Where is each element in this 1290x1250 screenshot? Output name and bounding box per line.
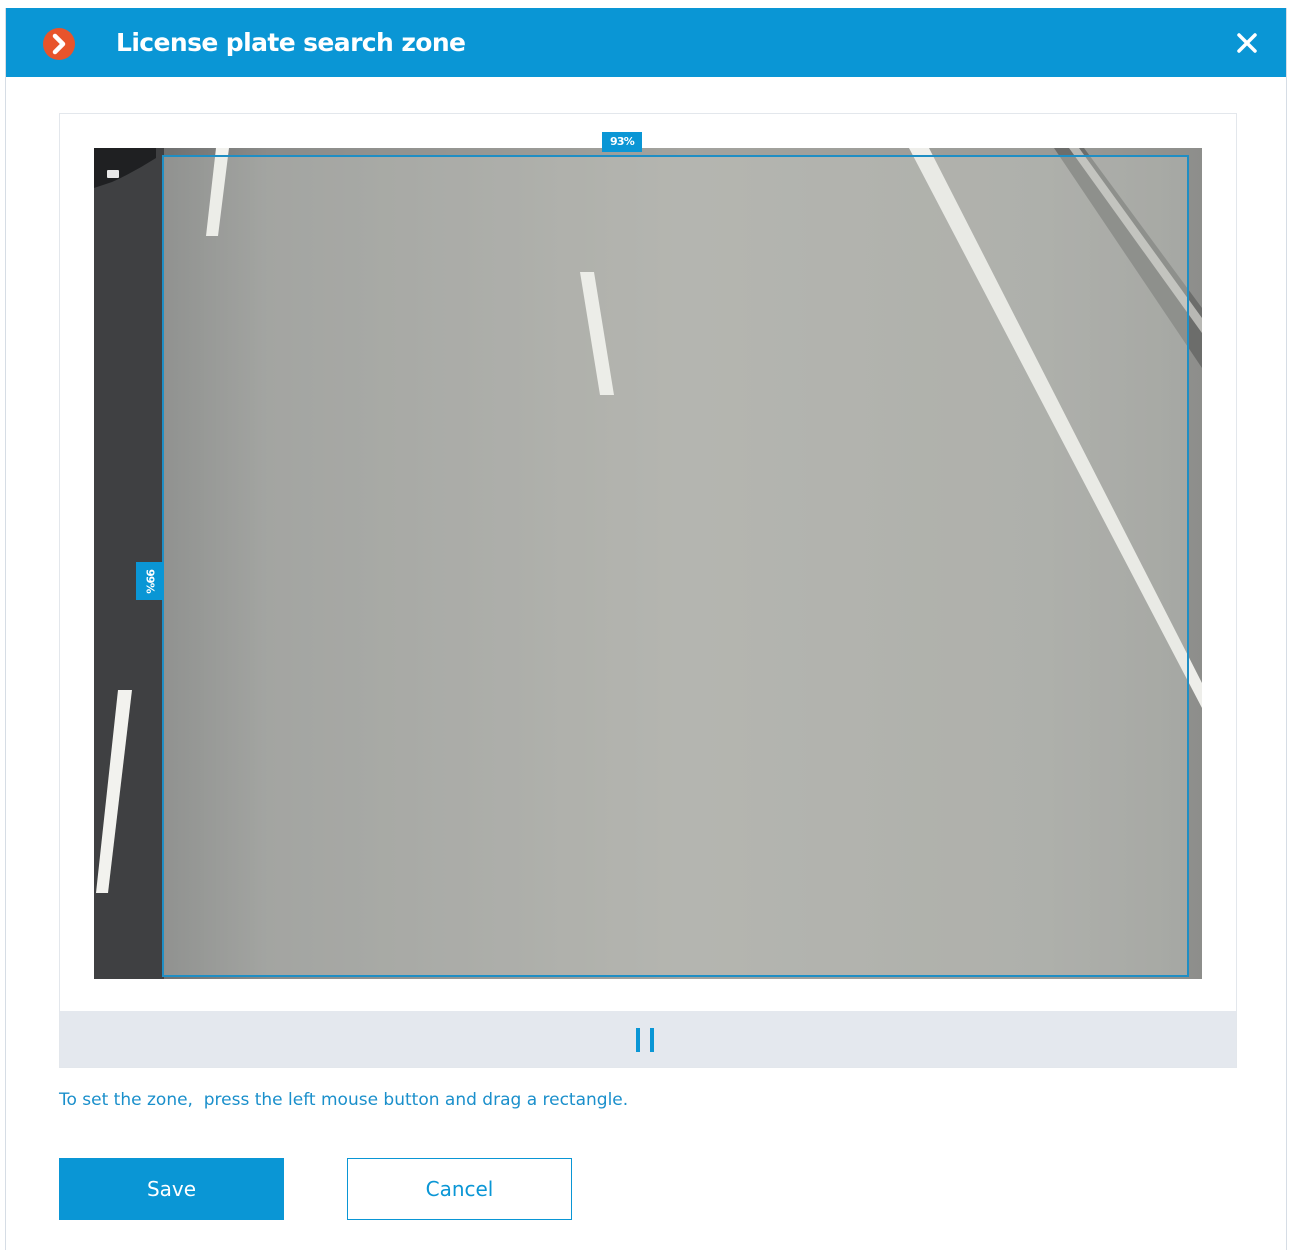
zone-height-label: 99%	[143, 569, 157, 593]
cancel-button[interactable]: Cancel	[347, 1158, 572, 1220]
search-zone-rectangle[interactable]	[162, 155, 1189, 977]
camera-view[interactable]	[94, 148, 1202, 979]
playback-bar	[60, 1011, 1236, 1067]
dialog-title: License plate search zone	[116, 28, 466, 57]
video-panel	[59, 113, 1237, 1068]
title-bar: License plate search zone	[6, 8, 1286, 77]
license-plate-zone-dialog: License plate search zone 93% 99% To set…	[5, 8, 1287, 1250]
zone-hint-text: To set the zone, press the left mouse bu…	[59, 1090, 629, 1110]
chevron-right-icon	[43, 28, 75, 60]
save-button[interactable]: Save	[59, 1158, 284, 1220]
zone-height-badge: 99%	[136, 562, 164, 600]
close-icon[interactable]	[1234, 30, 1260, 56]
zone-width-badge: 93%	[602, 132, 642, 152]
pause-icon[interactable]	[632, 1026, 664, 1054]
